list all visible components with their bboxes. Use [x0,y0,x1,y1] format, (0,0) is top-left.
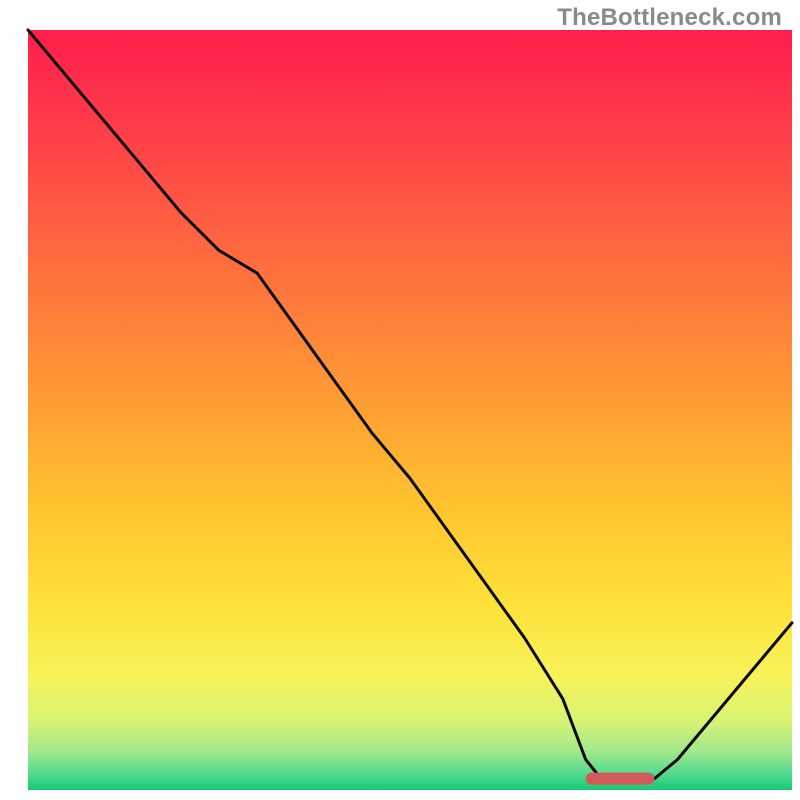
plot-background [28,30,792,790]
bottleneck-chart [0,0,800,800]
chart-frame: TheBottleneck.com [0,0,800,800]
optimum-marker [586,773,655,785]
